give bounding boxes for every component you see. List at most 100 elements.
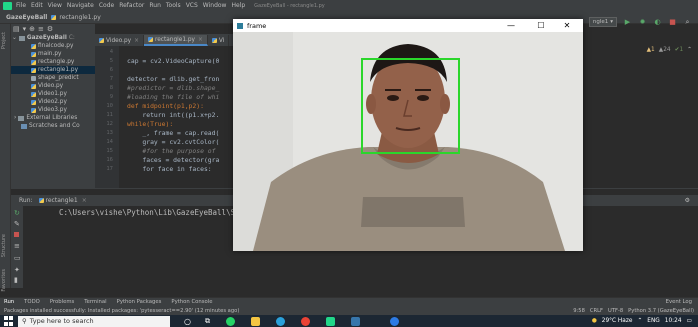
collapse-icon[interactable]: ≡ xyxy=(38,25,44,33)
wrench-icon[interactable]: ✎ xyxy=(14,220,20,228)
breadcrumb-file[interactable]: rectangle1.py xyxy=(59,14,100,21)
scroll-end-icon[interactable]: ≡ xyxy=(14,242,20,250)
favorites-strip-label[interactable]: Favorites xyxy=(1,269,7,292)
trash-icon[interactable]: ▮ xyxy=(14,276,20,284)
pycharm-logo-icon[interactable] xyxy=(3,1,12,10)
target-icon[interactable]: ⊕ xyxy=(29,25,35,33)
close-icon[interactable]: × xyxy=(198,37,203,43)
stop-icon[interactable] xyxy=(14,232,19,237)
chevron-up-icon[interactable]: ⌃ xyxy=(687,47,692,53)
tree-file-item[interactable]: Video2.py xyxy=(11,98,95,106)
tree-file-item[interactable]: main.py xyxy=(11,50,95,58)
line-number: 4 xyxy=(109,48,113,55)
python-file-icon xyxy=(147,37,153,42)
menu-edit[interactable]: Edit xyxy=(31,2,43,9)
hamburger-icon[interactable]: ▤ xyxy=(13,25,20,33)
menu-view[interactable]: View xyxy=(48,2,62,9)
tool-tab-python-console[interactable]: Python Console xyxy=(171,299,212,305)
window-title: GazeEyeBall - rectangle1.py xyxy=(254,2,325,9)
tree-file-item[interactable]: Video3.py xyxy=(11,106,95,114)
gear-icon[interactable]: ⚙ xyxy=(47,25,53,33)
tree-file-item[interactable]: shape_predict xyxy=(11,74,95,82)
menu-refactor[interactable]: Refactor xyxy=(119,2,144,9)
menu-vcs[interactable]: VCS xyxy=(186,2,198,9)
gear-icon[interactable]: ⚙ xyxy=(685,197,690,204)
status-message[interactable]: Packages installed successfully: Install… xyxy=(4,308,239,314)
tab-video-py[interactable]: Video.py × xyxy=(95,35,144,46)
tree-root[interactable]: ⌄ GazeEyeBall C: xyxy=(11,34,95,42)
taskbar-search-input[interactable]: ⚲ Type here to search xyxy=(18,315,170,327)
tool-tab-python-packages[interactable]: Python Packages xyxy=(117,299,162,305)
breadcrumb-project[interactable]: GazeEyeBall xyxy=(6,14,47,21)
menu-file[interactable]: File xyxy=(16,2,26,9)
weather-text[interactable]: 29°C Haze xyxy=(602,318,633,324)
minimize-button[interactable]: — xyxy=(499,19,523,32)
python-interpreter[interactable]: Python 3.7 (GazeEyeBall) xyxy=(628,308,694,314)
tree-file-label: Video.py xyxy=(38,83,64,89)
chrome-icon[interactable] xyxy=(300,316,310,326)
tool-tab-todo[interactable]: TODO xyxy=(24,299,40,305)
caret-position[interactable]: 9:58 xyxy=(573,308,585,314)
clock[interactable]: 10:24 xyxy=(665,318,682,324)
file-explorer-icon[interactable] xyxy=(250,316,260,326)
run-config-tab[interactable]: rectangle1 xyxy=(46,197,78,204)
search-icon[interactable]: ○ xyxy=(184,317,191,326)
structure-strip-label[interactable]: Structure xyxy=(1,234,7,257)
notification-icon[interactable]: ▭ xyxy=(687,318,692,324)
tree-file-item-selected[interactable]: rectangle1.py xyxy=(11,66,95,74)
line-separator[interactable]: CRLF xyxy=(590,308,603,314)
menu-tools[interactable]: Tools xyxy=(166,2,181,9)
face-detection-box xyxy=(361,58,460,154)
coverage-icon[interactable]: ◐ xyxy=(653,18,662,27)
tool-tab-run[interactable]: Run xyxy=(4,299,14,305)
python-file-icon xyxy=(31,67,36,73)
telegram-icon[interactable] xyxy=(275,316,285,326)
debug-icon[interactable]: ✹ xyxy=(638,18,647,27)
python-icon[interactable] xyxy=(350,316,360,326)
console-output[interactable]: C:\Users\vishe\Python\Lib\GazeEyeBall\Sc xyxy=(59,208,240,217)
event-log-link[interactable]: Event Log xyxy=(666,299,692,305)
run-icon[interactable]: ▶ xyxy=(623,18,632,27)
maximize-button[interactable]: ☐ xyxy=(529,19,553,32)
weather-icon[interactable]: ● xyxy=(592,318,597,324)
menu-help[interactable]: Help xyxy=(231,2,245,9)
file-encoding[interactable]: UTF-8 xyxy=(608,308,623,314)
task-view-icon[interactable]: ⧉ xyxy=(205,317,210,326)
tree-scratches[interactable]: Scratches and Co xyxy=(11,122,95,130)
tool-tab-problems[interactable]: Problems xyxy=(50,299,74,305)
tree-file-item[interactable]: Video1.py xyxy=(11,90,95,98)
help-icon[interactable] xyxy=(389,316,399,326)
language-indicator[interactable]: ENG xyxy=(647,318,660,324)
whatsapp-icon[interactable] xyxy=(225,316,235,326)
inspection-widget[interactable]: ▲1 ▲24 ✔1 ⌃ xyxy=(647,47,692,53)
menu-navigate[interactable]: Navigate xyxy=(67,2,94,9)
tree-file-label: main.py xyxy=(38,51,62,57)
tree-external-libraries[interactable]: › External Libraries xyxy=(11,114,95,122)
stop-icon[interactable]: ■ xyxy=(668,18,677,27)
tab-vi[interactable]: Vi xyxy=(208,35,230,46)
windows-start-icon[interactable] xyxy=(4,316,14,326)
pin-icon[interactable]: ✦ xyxy=(14,266,20,274)
rerun-icon[interactable]: ↻ xyxy=(14,209,20,217)
close-icon[interactable]: × xyxy=(82,197,87,204)
run-configuration-select[interactable]: ngle1 ▾ xyxy=(588,17,617,27)
project-strip-label[interactable]: Project xyxy=(1,32,7,49)
chevron-up-icon[interactable]: ⌃ xyxy=(637,318,642,324)
frame-titlebar[interactable]: frame — ☐ ✕ xyxy=(233,19,583,32)
close-icon[interactable]: × xyxy=(134,38,139,44)
chevron-down-icon[interactable]: ▾ xyxy=(23,25,27,33)
tree-file-item[interactable]: finalcode.py xyxy=(11,42,95,50)
frame-window[interactable]: frame — ☐ ✕ xyxy=(233,19,583,251)
close-button[interactable]: ✕ xyxy=(555,19,579,32)
search-icon[interactable]: ⌕ xyxy=(683,18,692,27)
pycharm-icon[interactable] xyxy=(325,316,335,326)
menu-code[interactable]: Code xyxy=(99,2,114,9)
project-tree: ⌄ GazeEyeBall C: finalcode.py main.py re… xyxy=(11,34,95,188)
tool-tab-terminal[interactable]: Terminal xyxy=(84,299,106,305)
tree-file-item[interactable]: rectangle.py xyxy=(11,58,95,66)
tab-rectangle1-py[interactable]: rectangle1.py × xyxy=(143,35,208,46)
print-icon[interactable]: ▭ xyxy=(14,254,21,262)
menu-window[interactable]: Window xyxy=(203,2,227,9)
tree-file-item[interactable]: Video.py xyxy=(11,82,95,90)
menu-run[interactable]: Run xyxy=(149,2,161,9)
